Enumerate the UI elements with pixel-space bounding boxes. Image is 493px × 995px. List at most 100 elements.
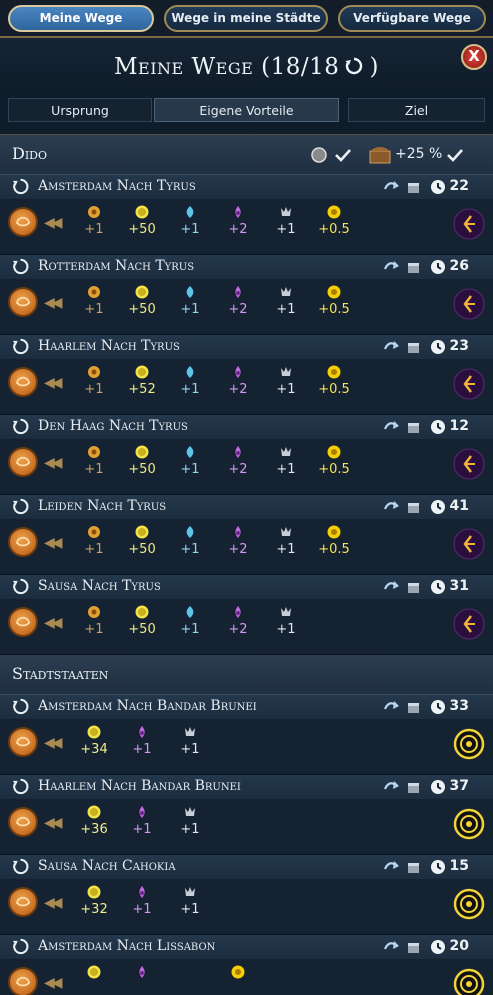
route-type-icon (383, 181, 399, 190)
refresh-icon[interactable] (344, 56, 364, 76)
yield-value: +1 (276, 542, 296, 557)
trade-route-row[interactable]: Den Haag Nach Tyrus 12 ◀◀ +1 +50 +1 +2 +1 +0.5 (0, 415, 493, 495)
route-list[interactable]: Dido +25 % Amsterdam Nach Tyrus 22 ◀◀ +1 +… (0, 134, 493, 995)
cargo-icon (408, 503, 419, 513)
yield-value: +1 (84, 542, 104, 557)
destination-civ-icon (453, 528, 485, 560)
yield-value: +1 (84, 382, 104, 397)
route-name: Haarlem Nach Tyrus (38, 338, 180, 354)
yield-value: +1 (84, 302, 104, 317)
clock-icon (431, 500, 445, 514)
cargo-icon (408, 943, 419, 953)
trade-route-row[interactable]: Sausa Nach Cahokia 15 ◀◀ +32 +1 +1 (0, 855, 493, 935)
yield-culture: +1 (266, 204, 306, 237)
origin-civ-icon (8, 287, 38, 317)
trade-route-row[interactable]: Haarlem Nach Tyrus 23 ◀◀ +1 +52 +1 +2 +1 +0.5 (0, 335, 493, 415)
route-type-icon (383, 421, 399, 430)
cargo-icon (408, 343, 419, 353)
trade-route-row[interactable]: Leiden Nach Tyrus 41 ◀◀ +1 +50 +1 +2 +1 +0.5 (0, 495, 493, 575)
route-turns: 22 (449, 178, 469, 194)
route-name: Amsterdam Nach Bandar Brunei (38, 698, 257, 714)
gold-icon (87, 965, 101, 979)
route-header: Amsterdam Nach Lissabon 20 (0, 935, 493, 959)
city-state-icon (453, 968, 485, 995)
route-turns: 26 (449, 258, 469, 274)
yield-gold: +52 (122, 364, 162, 397)
chevron-left-icon: ◀◀ (44, 615, 62, 631)
yield-faith: +2 (218, 524, 258, 557)
yield-value: +1 (180, 542, 200, 557)
yield-tourism (218, 964, 258, 980)
science-icon (186, 206, 194, 218)
route-name: Sausa Nach Cahokia (38, 858, 176, 874)
culture-icon (281, 207, 291, 216)
route-header: Sausa Nach Tyrus 31 (0, 575, 493, 599)
cargo-icon (408, 863, 419, 873)
route-turns: 12 (449, 418, 469, 434)
culture-icon (281, 367, 291, 376)
destination-civ-icon (453, 448, 485, 480)
food-icon (88, 446, 100, 458)
route-name: Haarlem Nach Bandar Brunei (38, 778, 241, 794)
page-title: Meine Wege (18/18 (113, 54, 340, 80)
yield-value: +1 (180, 822, 200, 837)
culture-icon (281, 287, 291, 296)
origin-civ-icon (8, 447, 38, 477)
checkmark-icon (335, 149, 351, 162)
food-icon (88, 606, 100, 618)
route-turns: 15 (449, 858, 469, 874)
subtab-ursprung[interactable]: Ursprung (8, 98, 152, 122)
yield-value: +1 (276, 462, 296, 477)
yield-value: +1 (132, 822, 152, 837)
yield-value: +1 (276, 382, 296, 397)
trade-route-row[interactable]: Sausa Nach Tyrus 31 ◀◀ +1 +50 +1 +2 +1 (0, 575, 493, 655)
route-name: Den Haag Nach Tyrus (38, 418, 188, 434)
science-icon (186, 526, 194, 538)
route-type-icon (383, 941, 399, 950)
subtab-ziel[interactable]: Ziel (348, 98, 485, 122)
route-type-icon (383, 781, 399, 790)
yield-value: +52 (128, 382, 156, 397)
repeat-icon (12, 258, 29, 275)
route-type-icon (383, 341, 399, 350)
subtab-eigene-vorteile[interactable]: Eigene Vorteile (154, 98, 339, 122)
culture-icon (281, 447, 291, 456)
top-tab-bar: Meine Wege Wege in meine Städte Verfügba… (0, 0, 493, 38)
repeat-icon (12, 418, 29, 435)
yield-value: +50 (128, 222, 156, 237)
close-button[interactable]: X (461, 44, 487, 70)
trade-route-row[interactable]: Amsterdam Nach Bandar Brunei 33 ◀◀ +34 +1 +… (0, 695, 493, 775)
trade-route-row[interactable]: Haarlem Nach Bandar Brunei 37 ◀◀ +36 +1 +1 (0, 775, 493, 855)
faith-icon (235, 606, 241, 618)
group-header[interactable]: Dido +25 % (0, 135, 493, 175)
yield-value: +1 (276, 222, 296, 237)
yield-tourism: +0.5 (314, 284, 354, 317)
culture-icon (185, 887, 195, 896)
route-turns: 41 (449, 498, 469, 514)
yield-value: +2 (228, 222, 248, 237)
route-header: Sausa Nach Cahokia 15 (0, 855, 493, 879)
culture-icon (185, 727, 195, 736)
yield-value: +0.5 (318, 302, 350, 317)
origin-civ-icon (8, 207, 38, 237)
coin-icon (311, 147, 327, 163)
yield-gold: +36 (74, 804, 114, 837)
tab-verfuegbare-wege[interactable]: Verfügbare Wege (338, 5, 486, 32)
yield-tourism: +0.5 (314, 444, 354, 477)
faith-icon (139, 886, 145, 898)
trade-route-row[interactable]: Amsterdam Nach Tyrus 22 ◀◀ +1 +50 +1 +2 +1 +0.… (0, 175, 493, 255)
tourism-icon (327, 445, 341, 459)
group-header[interactable]: Stadtstaaten (0, 655, 493, 695)
trade-routes-panel: Meine Wege Wege in meine Städte Verfügba… (0, 0, 493, 995)
yield-faith: +2 (218, 284, 258, 317)
trade-route-row[interactable]: Rotterdam Nach Tyrus 26 ◀◀ +1 +50 +1 +2 +1 +0.… (0, 255, 493, 335)
treasure-chest-icon (369, 147, 391, 164)
route-header: Rotterdam Nach Tyrus 26 (0, 255, 493, 279)
yield-value: +2 (228, 542, 248, 557)
cargo-icon (408, 183, 419, 193)
city-state-icon (453, 808, 485, 840)
trade-route-row[interactable]: Amsterdam Nach Lissabon 20 ◀◀ (0, 935, 493, 995)
tab-meine-wege[interactable]: Meine Wege (8, 5, 154, 32)
tab-wege-in-meine-staedte[interactable]: Wege in meine Städte (164, 5, 328, 32)
yield-gold: +32 (74, 884, 114, 917)
